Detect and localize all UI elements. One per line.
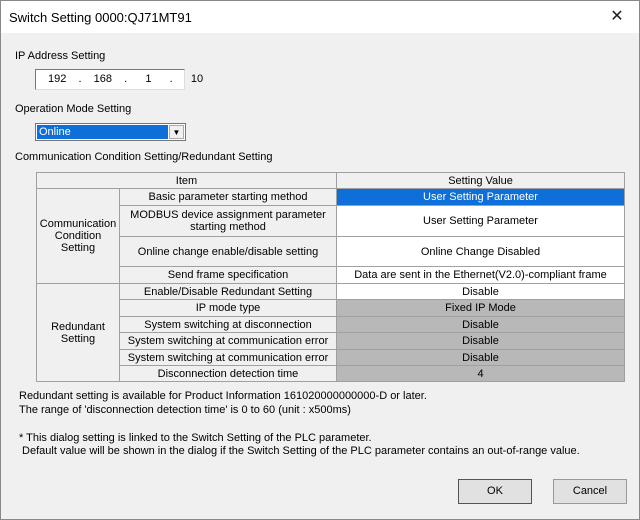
table-row-item: Enable/Disable Redundant Setting (119, 283, 337, 300)
table-row-value: Disable (336, 349, 625, 366)
ip-address-input[interactable]: 192 . 168 . 1 . 10 (35, 69, 203, 90)
table-row-item: Send frame specification (119, 266, 337, 284)
table-row-item: Online change enable/disable setting (119, 236, 337, 267)
note-default-value: Default value will be shown in the dialo… (19, 445, 580, 457)
settings-table: Item Setting Value Communication Conditio… (36, 172, 625, 382)
window-title: Switch Setting 0000:QJ71MT91 (9, 10, 192, 25)
operation-mode-value: Online (37, 125, 168, 139)
table-row-item: System switching at disconnection (119, 316, 337, 333)
table-row-value[interactable]: Disable (336, 283, 625, 300)
table-row-value: Fixed IP Mode (336, 299, 625, 317)
note-detection-range: The range of 'disconnection detection ti… (19, 404, 351, 416)
table-row-item: MODBUS device assignment parameter start… (119, 205, 337, 237)
title-bar: Switch Setting 0000:QJ71MT91 ✕ (1, 1, 639, 33)
table-row-item: Basic parameter starting method (119, 188, 337, 206)
table-row-item: Disconnection detection time (119, 365, 337, 382)
table-row-item: System switching at communication error (119, 349, 337, 366)
ip-address-label: IP Address Setting (15, 50, 106, 62)
header-setting-value: Setting Value (336, 172, 625, 189)
ok-button[interactable]: OK (458, 479, 532, 504)
table-row-value[interactable]: User Setting Parameter (336, 205, 625, 237)
table-row-value: Disable (336, 316, 625, 333)
chevron-down-icon[interactable]: ▼ (169, 125, 184, 139)
table-row-item: System switching at communication error (119, 332, 337, 350)
table-row-item: IP mode type (119, 299, 337, 317)
close-icon[interactable]: ✕ (603, 6, 631, 28)
cancel-button[interactable]: Cancel (553, 479, 627, 504)
note-product-info: Redundant setting is available for Produ… (19, 390, 427, 402)
table-row-value[interactable]: Data are sent in the Ethernet(V2.0)-comp… (336, 266, 625, 284)
note-linked-setting: * This dialog setting is linked to the S… (19, 432, 372, 444)
table-row-value: 4 (336, 365, 625, 382)
operation-mode-select[interactable]: Online ▼ (35, 123, 186, 141)
section-label: Communication Condition Setting/Redundan… (15, 151, 273, 163)
group-communication-condition: Communication Condition Setting (36, 188, 120, 284)
header-item: Item (36, 172, 337, 189)
table-row-value: Disable (336, 332, 625, 350)
operation-mode-label: Operation Mode Setting (15, 103, 132, 115)
group-redundant-setting: Redundant Setting (36, 283, 120, 382)
table-row-value[interactable]: Online Change Disabled (336, 236, 625, 267)
switch-setting-dialog: Switch Setting 0000:QJ71MT91 ✕ IP Addres… (0, 0, 640, 520)
table-row-value[interactable]: User Setting Parameter (336, 188, 625, 206)
